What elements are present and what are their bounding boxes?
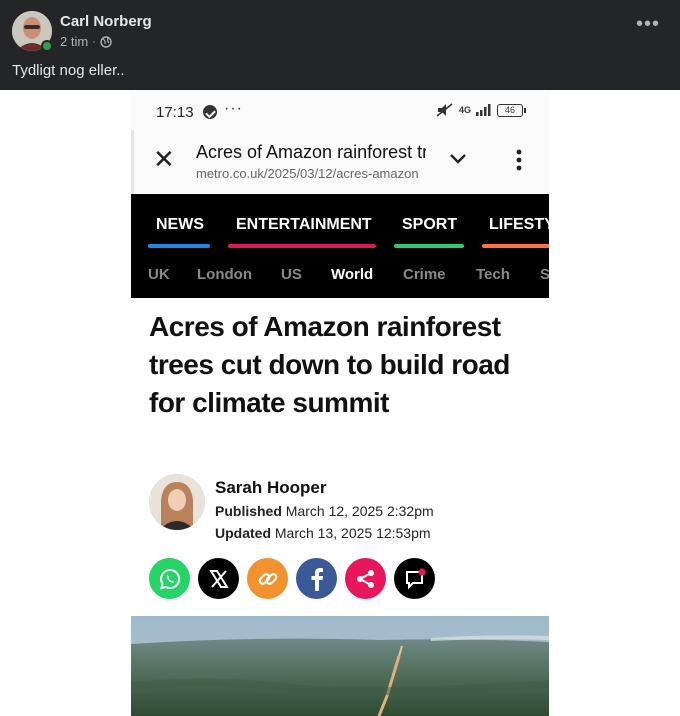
online-status-dot	[41, 40, 53, 52]
x-icon[interactable]	[198, 558, 239, 599]
sub-nav: UK London US World Crime Tech S	[131, 252, 549, 298]
post-time[interactable]: 2 tim	[60, 34, 88, 49]
main-nav: NEWS ENTERTAINMENT SPORT LIFESTYLE	[131, 194, 549, 252]
close-icon[interactable]: ✕	[153, 146, 177, 172]
subtab-world[interactable]: World	[331, 266, 373, 283]
notification-icon	[203, 105, 217, 119]
page-url[interactable]: metro.co.uk/2025/03/12/acres-amazon	[196, 166, 426, 181]
chevron-down-icon[interactable]	[448, 148, 468, 168]
post-header: Carl Norberg 2 tim · ••• Tydligt nog ell…	[0, 0, 680, 90]
article-headline: Acres of Amazon rainforest trees cut dow…	[149, 311, 510, 418]
globe-icon[interactable]	[100, 35, 112, 48]
published-line: Published March 12, 2025 2:32pm	[215, 503, 434, 519]
updated-date: March 13, 2025 12:53pm	[274, 525, 431, 541]
mute-icon	[436, 103, 453, 117]
post-caption: Tydligt nog eller..	[12, 62, 125, 79]
updated-label: Updated	[215, 525, 271, 541]
tab-lifestyle[interactable]: LIFESTYLE	[489, 216, 549, 234]
page-title: Acres of Amazon rainforest trees cut dow…	[196, 142, 426, 162]
meta-separator: ·	[92, 35, 96, 48]
tab-lifestyle-underline	[482, 244, 549, 248]
site-navigation: NEWS ENTERTAINMENT SPORT LIFESTYLE UK Lo…	[131, 194, 549, 298]
subtab-uk[interactable]: UK	[148, 266, 170, 283]
more-notifications-icon: ···	[224, 100, 243, 117]
author-avatar[interactable]	[149, 474, 205, 530]
post-meta: 2 tim ·	[60, 34, 112, 49]
tab-news-underline	[148, 244, 210, 248]
whatsapp-icon[interactable]	[149, 558, 190, 599]
tab-entertainment-underline	[228, 244, 376, 248]
share-icon[interactable]	[345, 558, 386, 599]
author-name[interactable]: Sarah Hooper	[215, 478, 326, 498]
phone-status-bar: 17:13 ··· 4G 46	[131, 90, 549, 130]
facebook-post: Carl Norberg 2 tim · ••• Tydligt nog ell…	[0, 0, 680, 716]
updated-line: Updated March 13, 2025 12:53pm	[215, 525, 431, 541]
tab-sport[interactable]: SPORT	[402, 216, 457, 234]
share-buttons	[149, 558, 435, 600]
subtab-us[interactable]: US	[281, 266, 302, 283]
subtab-tech[interactable]: Tech	[476, 266, 510, 283]
battery-icon: 46	[497, 103, 526, 117]
subtab-crime[interactable]: Crime	[403, 266, 446, 283]
tab-news[interactable]: NEWS	[156, 216, 204, 234]
post-author[interactable]: Carl Norberg	[60, 13, 152, 30]
tab-entertainment[interactable]: ENTERTAINMENT	[236, 216, 372, 234]
subtab-more[interactable]: S	[540, 266, 549, 283]
tab-sport-underline	[394, 244, 464, 248]
network-type: 4G	[458, 105, 471, 115]
status-indicators: 4G 46	[436, 103, 526, 117]
kebab-menu-icon[interactable]	[512, 148, 526, 172]
article-byline: Sarah Hooper Published March 12, 2025 2:…	[149, 474, 529, 544]
link-icon[interactable]	[247, 558, 288, 599]
published-label: Published	[215, 503, 282, 519]
published-date: March 12, 2025 2:32pm	[285, 503, 434, 519]
article-hero-image	[131, 616, 549, 716]
facebook-icon[interactable]	[296, 558, 337, 599]
comments-icon[interactable]	[394, 558, 435, 599]
article-screenshot[interactable]: 17:13 ··· 4G 46 ✕ Acres of Amazon rainfo…	[131, 90, 549, 716]
signal-icon	[476, 104, 491, 116]
browser-url-bar: ✕ Acres of Amazon rainforest trees cut d…	[131, 130, 549, 194]
status-time: 17:13	[156, 104, 194, 121]
subtab-london[interactable]: London	[197, 266, 252, 283]
more-horizontal-icon[interactable]: •••	[634, 14, 662, 38]
